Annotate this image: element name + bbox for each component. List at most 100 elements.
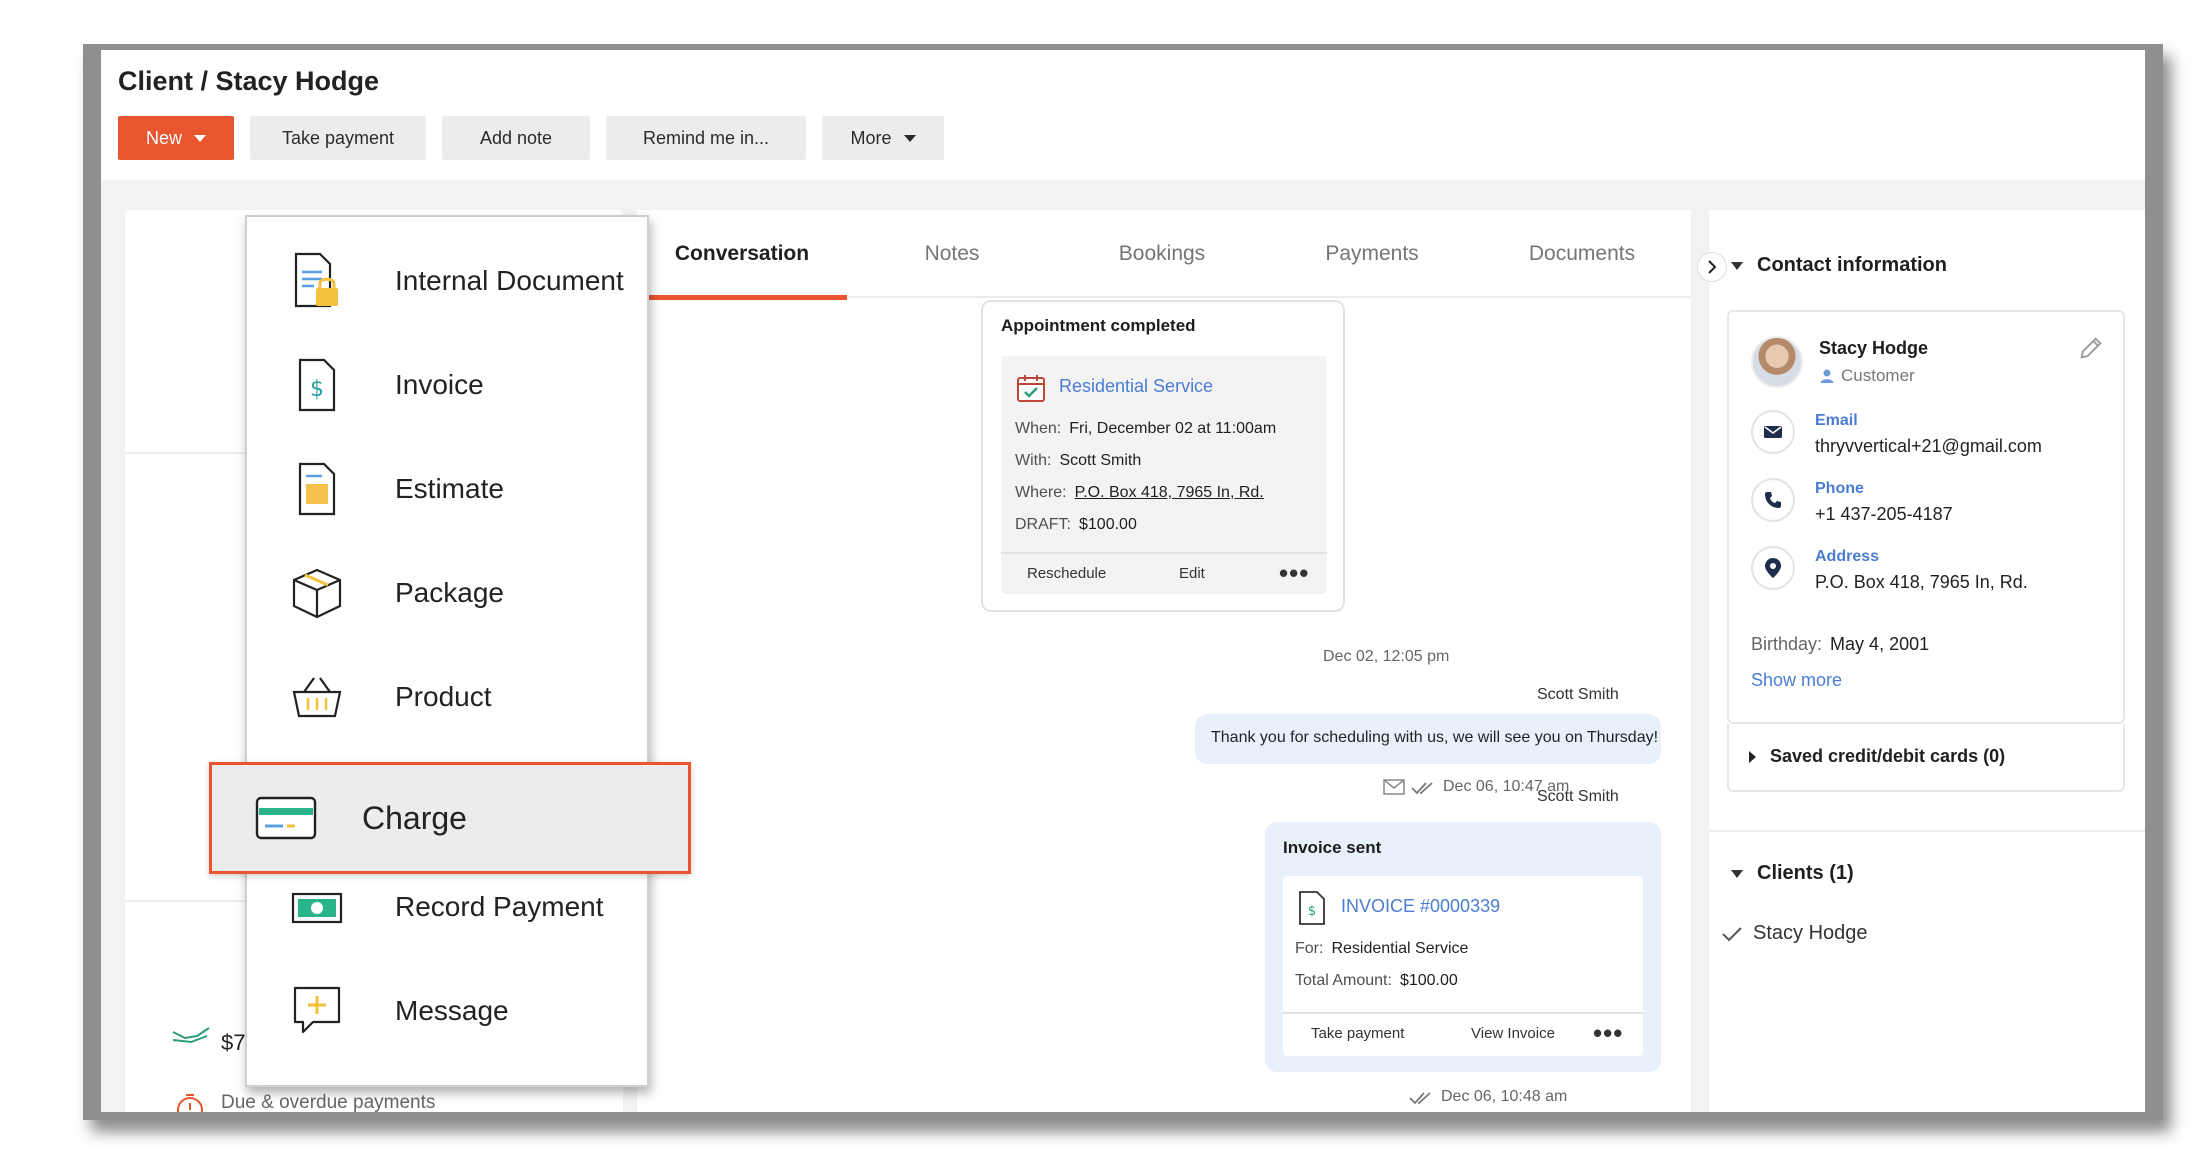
- more-button[interactable]: More: [822, 116, 944, 160]
- activity-panel: Conversation Notes Bookings Payments Doc…: [637, 210, 1691, 1112]
- chevron-right-icon: [1708, 260, 1717, 274]
- email-label: Email: [1815, 412, 1858, 429]
- service-link[interactable]: Residential Service: [1059, 376, 1213, 397]
- menu-item-invoice[interactable]: $ Invoice: [247, 335, 647, 435]
- saved-cards-toggle: Saved credit/debit cards (0): [1749, 746, 2005, 767]
- invoice-icon: $: [285, 353, 349, 417]
- appointment-card: Appointment completed Residential Servic…: [981, 300, 1345, 612]
- clients-header[interactable]: Clients (1): [1731, 862, 1854, 885]
- view-invoice-link[interactable]: View Invoice: [1471, 1025, 1555, 1042]
- tab-notes[interactable]: Notes: [847, 210, 1057, 298]
- hand-money-icon: [172, 1027, 210, 1044]
- email-icon: [1751, 410, 1795, 454]
- app-window: Client / Stacy Hodge New Take payment Ad…: [83, 44, 2163, 1120]
- invoice-message: Invoice sent $ INVOICE #0000339 For: Resi…: [1265, 822, 1661, 1072]
- email-sent-icon: [1383, 779, 1405, 795]
- new-button[interactable]: New: [118, 116, 234, 160]
- saved-cards-row[interactable]: Saved credit/debit cards (0): [1727, 724, 2125, 792]
- calendar-check-icon: [1017, 375, 1045, 402]
- page-header: Client / Stacy Hodge New Take payment Ad…: [101, 50, 2145, 180]
- internal-document-lock-icon: [285, 249, 349, 313]
- invoice-for-row: For: Residential Service: [1295, 940, 1469, 957]
- phone-label: Phone: [1815, 480, 1864, 497]
- draft-row: DRAFT: $100.00: [1015, 516, 1137, 533]
- menu-item-product[interactable]: Product: [247, 647, 647, 747]
- page-title: Client / Stacy Hodge: [118, 66, 380, 96]
- edit-pencil-icon[interactable]: [2077, 334, 2105, 362]
- contact-role: Customer: [1819, 366, 1915, 386]
- with-row: With: Scott Smith: [1015, 452, 1142, 469]
- menu-item-estimate[interactable]: Estimate: [247, 439, 647, 539]
- message-bubble-icon: [285, 979, 349, 1043]
- email-value[interactable]: thryvvertical+21@gmail.com: [1815, 436, 2042, 457]
- take-payment-link[interactable]: Take payment: [1311, 1025, 1404, 1042]
- new-dropdown-menu: Internal Document $ Invoice Estimate Pac…: [245, 215, 649, 1087]
- more-button-label: More: [850, 127, 892, 148]
- tab-bar: Conversation Notes Bookings Payments Doc…: [637, 210, 1691, 300]
- tab-conversation[interactable]: Conversation: [637, 210, 847, 300]
- caret-right-icon: [1749, 750, 1756, 763]
- svg-text:$: $: [310, 377, 324, 402]
- address-value: P.O. Box 418, 7965 In, Rd.: [1815, 572, 2028, 592]
- caret-down-icon: [903, 134, 916, 142]
- more-options-icon[interactable]: •••: [1593, 1018, 1623, 1049]
- avatar: [1751, 336, 1803, 388]
- caret-down-icon: [194, 134, 206, 142]
- estimate-icon: [285, 457, 349, 521]
- when-row: When: Fri, December 02 at 11:00am: [1015, 420, 1277, 437]
- contact-name: Stacy Hodge: [1819, 338, 1929, 358]
- address-link[interactable]: P.O. Box 418, 7965 In, Rd.: [1075, 484, 1264, 501]
- divider: [1709, 830, 2145, 832]
- new-button-label: New: [145, 127, 182, 148]
- caret-down-icon: [1731, 869, 1743, 878]
- invoice-icon: $: [1299, 891, 1325, 925]
- package-box-icon: [285, 561, 349, 625]
- tab-bookings[interactable]: Bookings: [1057, 210, 1267, 298]
- show-more-link[interactable]: Show more: [1751, 670, 1842, 691]
- due-payments-label: Due & overdue payments: [221, 1092, 436, 1113]
- reschedule-button[interactable]: Reschedule: [1027, 565, 1106, 582]
- cash-icon: [285, 875, 349, 939]
- svg-text:$: $: [1308, 904, 1316, 919]
- person-icon: [1820, 369, 1834, 383]
- location-pin-icon: [1751, 546, 1795, 590]
- more-options-icon[interactable]: •••: [1279, 558, 1309, 589]
- add-note-button[interactable]: Add note: [442, 116, 590, 160]
- credit-card-icon: [254, 786, 318, 850]
- menu-item-package[interactable]: Package: [247, 543, 647, 643]
- appointment-actions: Reschedule Edit •••: [1001, 552, 1327, 594]
- toolbar: New Take payment Add note Remind me in..…: [118, 116, 944, 160]
- contact-info-header[interactable]: Contact information: [1731, 254, 1947, 277]
- invoice-timestamp: Dec 06, 10:48 am: [1441, 1088, 1568, 1105]
- edit-button[interactable]: Edit: [1179, 565, 1205, 582]
- timestamp: Dec 02, 12:05 pm: [1323, 648, 1450, 665]
- menu-item-message[interactable]: Message: [247, 961, 647, 1061]
- birthday-row: Birthday: May 4, 2001: [1751, 634, 1930, 654]
- invoice-sender: Scott Smith: [1537, 788, 1619, 805]
- invoice-actions: Take payment View Invoice •••: [1283, 1012, 1643, 1056]
- remind-me-button[interactable]: Remind me in...: [606, 116, 806, 160]
- menu-item-internal-document[interactable]: Internal Document: [247, 231, 647, 331]
- invoice-details: $ INVOICE #0000339 For: Residential Servi…: [1283, 876, 1643, 1056]
- collapse-panel-button[interactable]: [1697, 252, 1727, 282]
- check-icon: [1722, 926, 1742, 941]
- product-basket-icon: [285, 665, 349, 729]
- caret-down-icon: [1731, 261, 1743, 270]
- client-list-item[interactable]: Stacy Hodge: [1721, 922, 1868, 945]
- tab-payments[interactable]: Payments: [1267, 210, 1477, 298]
- double-check-icon: [1409, 1092, 1431, 1105]
- take-payment-button[interactable]: Take payment: [250, 116, 426, 160]
- invoice-message-title: Invoice sent: [1283, 838, 1382, 857]
- menu-item-charge[interactable]: Charge: [209, 762, 691, 874]
- address-label: Address: [1815, 548, 1880, 565]
- appointment-title: Appointment completed: [1001, 316, 1196, 335]
- appointment-details: Residential Service When: Fri, December 0…: [1001, 356, 1327, 594]
- tab-documents[interactable]: Documents: [1477, 210, 1687, 298]
- phone-value[interactable]: +1 437-205-4187: [1815, 504, 1953, 525]
- invoice-number-link[interactable]: INVOICE #0000339: [1341, 896, 1500, 917]
- stopwatch-icon: [177, 1094, 203, 1112]
- message-bubble: Thank you for scheduling with us, we wil…: [1195, 714, 1661, 764]
- where-row: Where: P.O. Box 418, 7965 In, Rd.: [1015, 484, 1264, 501]
- phone-icon: [1751, 478, 1795, 522]
- double-check-icon: [1411, 782, 1433, 795]
